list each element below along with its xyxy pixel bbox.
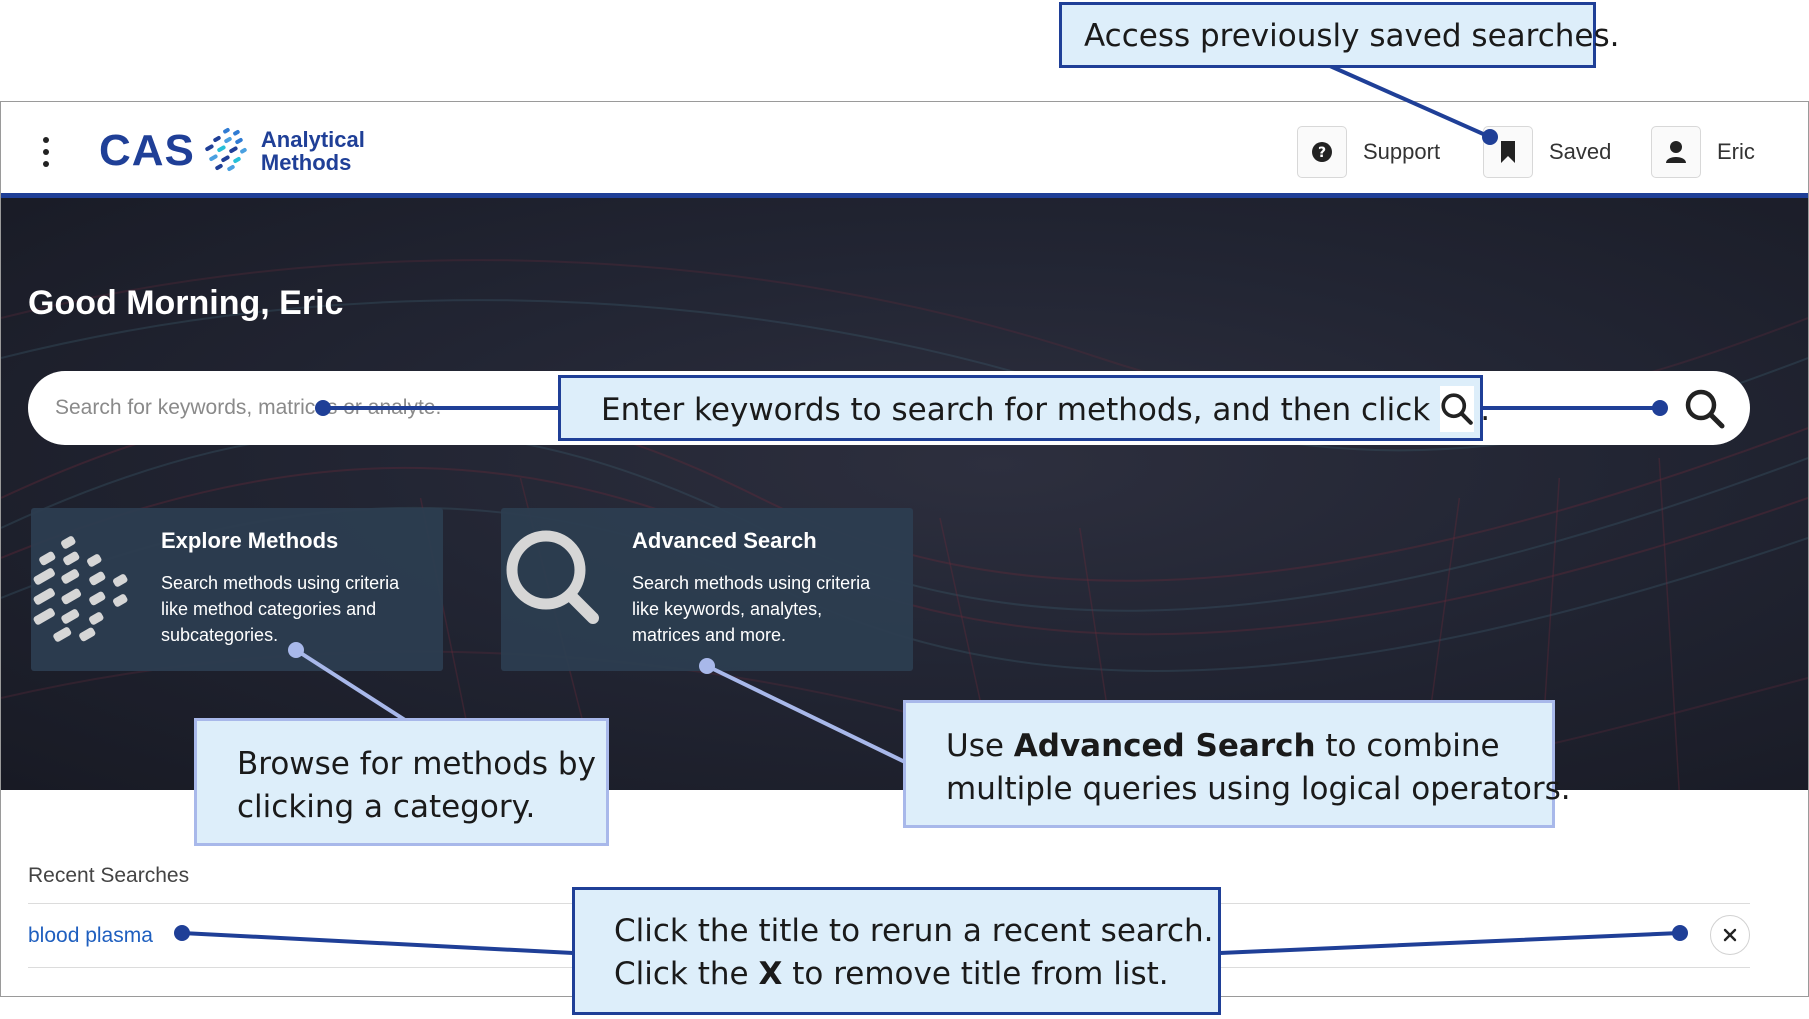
- advanced-desc-line: Search methods using criteria: [632, 573, 871, 593]
- callout-advanced-search: Use Advanced Search to combine multiple …: [903, 700, 1571, 828]
- callout-recent-bold: X: [758, 956, 783, 992]
- user-icon-box[interactable]: [1651, 126, 1701, 178]
- callout-browse-line1: Browse for methods by: [237, 746, 596, 782]
- logo-wordmark: CAS: [99, 126, 195, 175]
- explore-desc-line: like method categories and: [161, 599, 377, 619]
- callout-advanced-bold: Advanced Search: [1013, 728, 1316, 764]
- support-button[interactable]: ? Support: [1297, 126, 1440, 178]
- cas-logo[interactable]: CAS Analytical Methods: [99, 124, 365, 178]
- help-circle-icon: ?: [1312, 142, 1332, 162]
- explore-desc-line: Search methods using criteria: [161, 573, 400, 593]
- support-label: Support: [1363, 139, 1441, 164]
- recent-search-link[interactable]: blood plasma: [28, 924, 153, 948]
- support-icon-box[interactable]: ?: [1297, 126, 1347, 178]
- callout-advanced-prefix: Use: [946, 728, 1014, 764]
- explore-methods-icon: [33, 536, 128, 642]
- user-menu-button[interactable]: Eric: [1651, 126, 1755, 178]
- menu-kebab-icon[interactable]: [35, 135, 57, 169]
- callout-keyword-search: Enter keywords to search for methods, an…: [558, 375, 1490, 441]
- svg-text:?: ?: [1318, 145, 1326, 161]
- explore-methods-description: Search methods using criteria like metho…: [161, 570, 431, 648]
- callout-advanced-line1: Use Advanced Search to combine: [946, 725, 1552, 768]
- callout-browse-line2: clicking a category.: [237, 789, 536, 825]
- callout-advanced-suffix: to combine: [1315, 728, 1500, 764]
- advanced-desc-line: matrices and more.: [632, 625, 787, 645]
- saved-button[interactable]: Saved: [1483, 126, 1611, 178]
- search-icon: [1441, 393, 1474, 425]
- top-bar: CAS Analytical Methods ? Support Saved E…: [1, 102, 1808, 198]
- advanced-search-description: Search methods using criteria like keywo…: [632, 570, 902, 648]
- logo-text-line2: Methods: [260, 150, 352, 175]
- greeting-heading: Good Morning, Eric: [28, 284, 344, 322]
- user-icon: [1666, 141, 1686, 163]
- remove-recent-button[interactable]: [1710, 915, 1750, 955]
- search-icon: [1685, 389, 1725, 429]
- callout-recent-prefix: Click the: [614, 956, 759, 992]
- callout-recent-suffix: to remove title from list.: [782, 956, 1169, 992]
- callout-recent-line1: Click the title to rerun a recent search…: [614, 913, 1214, 949]
- logo-text-line1: Analytical: [260, 127, 365, 152]
- logo-product-name: Analytical Methods: [261, 128, 365, 174]
- callout-recent-line2: Click the X to remove title from list.: [614, 953, 1218, 996]
- advanced-desc-line: like keywords, analytes,: [632, 599, 823, 619]
- user-name-label: Eric: [1717, 139, 1755, 164]
- close-icon: [1723, 928, 1737, 942]
- recent-searches-heading: Recent Searches: [28, 864, 190, 887]
- callout-recent-searches: Click the title to rerun a recent search…: [572, 887, 1221, 1015]
- explore-methods-card[interactable]: Explore Methods Search methods using cri…: [31, 508, 443, 671]
- callout-search-icon-chip: [1440, 386, 1475, 432]
- callout-browse-category: Browse for methods by clicking a categor…: [194, 718, 609, 846]
- cas-logo-mark-icon: [205, 128, 247, 171]
- callout-saved-text: Access previously saved searches.: [1084, 18, 1620, 54]
- search-button[interactable]: [1682, 386, 1728, 432]
- explore-methods-title: Explore Methods: [161, 528, 339, 553]
- saved-icon-box[interactable]: [1483, 126, 1533, 178]
- app-window: CAS Analytical Methods ? Support Saved E…: [0, 101, 1809, 997]
- callout-search-text-end: .: [1480, 392, 1491, 428]
- callout-saved-searches: Access previously saved searches.: [1059, 2, 1620, 68]
- magnifier-icon: [506, 530, 599, 624]
- advanced-search-card[interactable]: Advanced Search Search methods using cri…: [501, 508, 913, 671]
- explore-desc-line: subcategories.: [161, 625, 279, 645]
- callout-advanced-line2: multiple queries using logical operators…: [946, 771, 1571, 807]
- advanced-search-title: Advanced Search: [632, 528, 817, 553]
- bookmark-icon: [1501, 141, 1515, 163]
- saved-label: Saved: [1549, 139, 1612, 164]
- callout-search-text: Enter keywords to search for methods, an…: [601, 392, 1431, 428]
